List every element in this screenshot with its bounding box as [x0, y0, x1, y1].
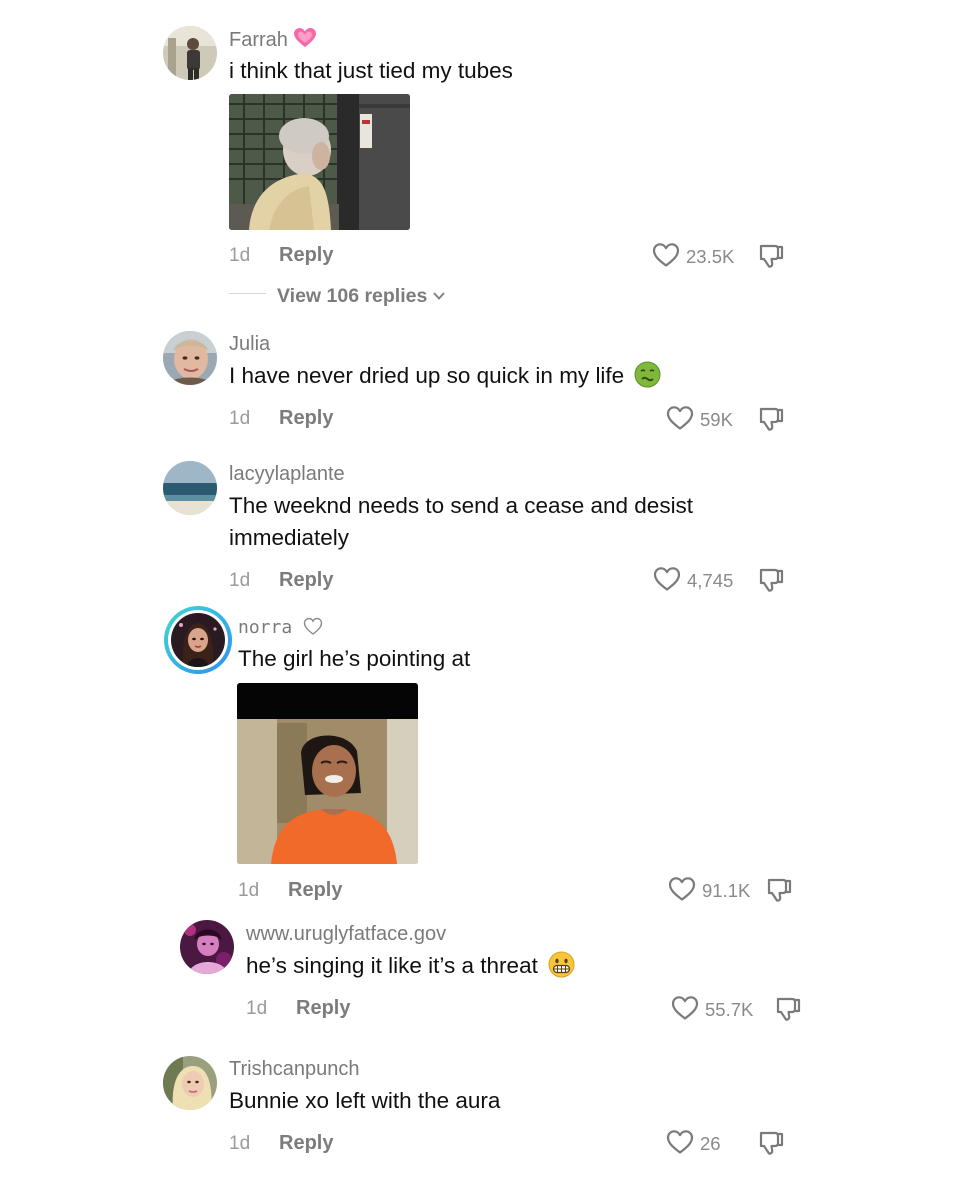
comment-text: Bunnie xo left with the aura [229, 1088, 501, 1113]
comment-text: i think that just tied my tubes [229, 58, 513, 83]
username[interactable]: www.uruglyfatface.gov [246, 923, 446, 946]
reply-button[interactable]: Reply [279, 569, 333, 592]
dislike-button[interactable] [765, 876, 793, 904]
outline-heart-icon [303, 617, 323, 641]
username[interactable]: Julia [229, 333, 270, 356]
timestamp: 1d [229, 1133, 251, 1154]
heart-outline-icon [666, 1130, 694, 1154]
like-count: 26 [700, 1133, 721, 1154]
like-count: 59K [700, 409, 733, 430]
thumbs-down-icon [767, 878, 792, 902]
dislike-button[interactable] [757, 242, 785, 270]
dislike-button[interactable] [757, 566, 785, 594]
heart-outline-icon [668, 877, 696, 901]
username[interactable]: Farrah [229, 27, 317, 52]
comment-text: The weeknd needs to send a cease and des… [229, 493, 694, 550]
thumbs-down-icon [759, 568, 784, 592]
thumbs-down-icon [759, 1131, 784, 1155]
dislike-button[interactable] [757, 1129, 785, 1157]
timestamp: 1d [229, 570, 251, 591]
like-count: 91.1K [702, 880, 751, 901]
nauseated-face-icon [634, 361, 661, 397]
heart-outline-icon [666, 406, 694, 430]
chevron-down-icon [433, 283, 445, 306]
like-count: 4,745 [687, 570, 734, 591]
comment-text: I have never dried up so quick in my lif… [229, 360, 661, 397]
timestamp: 1d [229, 408, 251, 429]
like-button[interactable] [666, 405, 694, 431]
dislike-button[interactable] [757, 405, 785, 433]
comment-image-laughing-woman[interactable] [237, 683, 418, 864]
heart-outline-icon [653, 567, 681, 591]
timestamp: 1d [238, 880, 260, 901]
thumbs-down-icon [759, 407, 784, 431]
reply-button[interactable]: Reply [279, 1132, 333, 1155]
avatar-norra[interactable] [171, 613, 225, 667]
thumbs-down-icon [759, 244, 784, 268]
timestamp: 1d [246, 998, 268, 1019]
avatar-farrah[interactable] [163, 26, 217, 80]
dislike-button[interactable] [774, 995, 802, 1023]
avatar-julia[interactable] [163, 331, 217, 385]
username[interactable]: norra [238, 617, 323, 641]
heart-outline-icon [652, 243, 680, 267]
like-button[interactable] [671, 995, 699, 1021]
timestamp: 1d [229, 245, 251, 266]
reply-button[interactable]: Reply [279, 244, 333, 267]
grimacing-face-icon [548, 951, 575, 987]
comment-text: he’s singing it like it’s a threat [246, 950, 575, 987]
like-count: 23.5K [686, 246, 735, 267]
avatar-trishcanpunch[interactable] [163, 1056, 217, 1110]
reply-button[interactable]: Reply [279, 407, 333, 430]
story-ring[interactable] [164, 606, 232, 674]
like-button[interactable] [652, 242, 680, 268]
like-button[interactable] [653, 566, 681, 592]
avatar-lacyylaplante[interactable] [163, 461, 217, 515]
heart-outline-icon [671, 996, 699, 1020]
like-button[interactable] [666, 1129, 694, 1155]
avatar-uruglyfatface[interactable] [180, 920, 234, 974]
view-replies-button[interactable]: View 106 replies [277, 283, 445, 308]
username[interactable]: Trishcanpunch [229, 1058, 359, 1081]
thumbs-down-icon [776, 997, 801, 1021]
comment-image-old-man[interactable] [229, 94, 410, 230]
view-replies-divider [229, 293, 266, 294]
like-count: 55.7K [705, 999, 754, 1020]
reply-button[interactable]: Reply [296, 997, 350, 1020]
reply-button[interactable]: Reply [288, 879, 342, 902]
username[interactable]: lacyylaplante [229, 463, 345, 486]
comment-text: The girl he’s pointing at [238, 646, 471, 671]
like-button[interactable] [668, 876, 696, 902]
pink-heart-icon [293, 27, 317, 49]
